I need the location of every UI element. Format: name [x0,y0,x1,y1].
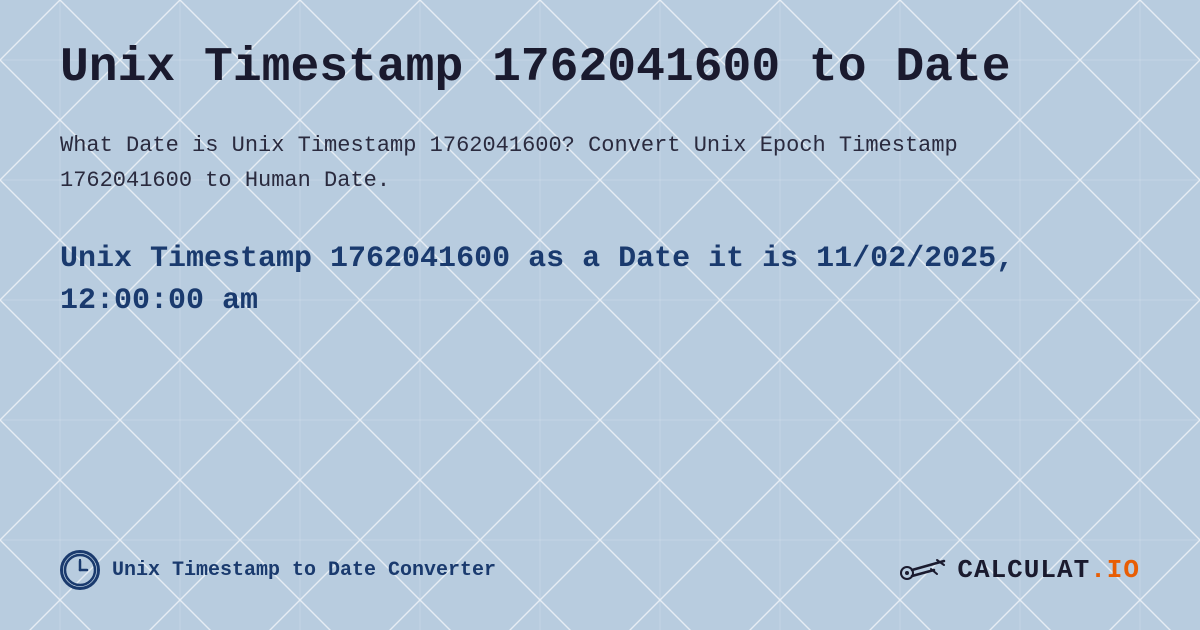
logo-text: CALCULAT.IO [957,555,1140,585]
clock-icon [60,550,100,590]
logo-icon [899,553,949,588]
page-description: What Date is Unix Timestamp 1762041600? … [60,128,960,198]
footer-left: Unix Timestamp to Date Converter [60,550,496,590]
result-section: Unix Timestamp 1762041600 as a Date it i… [60,238,1140,322]
logo-area: CALCULAT.IO [899,553,1140,588]
result-text: Unix Timestamp 1762041600 as a Date it i… [60,238,1140,322]
converter-label: Unix Timestamp to Date Converter [112,559,496,582]
page-title: Unix Timestamp 1762041600 to Date [60,40,1140,98]
footer: Unix Timestamp to Date Converter CALCULA… [60,530,1140,590]
